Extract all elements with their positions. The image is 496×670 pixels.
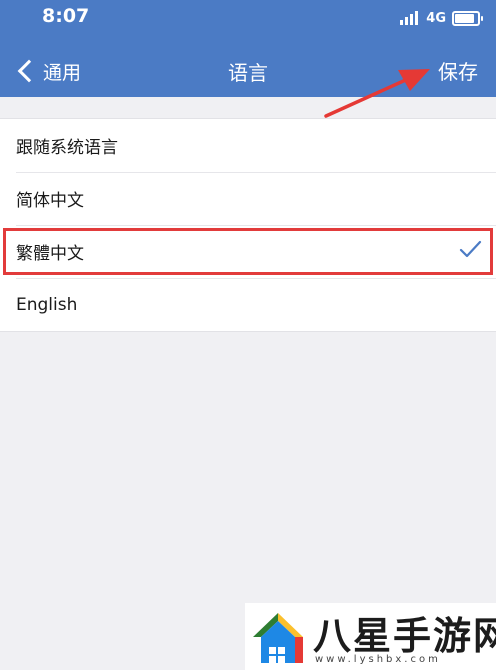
save-button[interactable]: 保存 (438, 56, 478, 85)
status-time: 8:07 (42, 5, 90, 27)
language-option-traditional-chinese[interactable]: 繁體中文 (0, 225, 496, 278)
nav-header: 8:07 4G 通用 语言 保存 (0, 0, 496, 97)
status-bar: 8:07 4G (0, 0, 496, 34)
language-option-follow-system[interactable]: 跟随系统语言 (0, 119, 496, 172)
network-type: 4G (426, 10, 446, 26)
page-title: 语言 (228, 61, 268, 85)
battery-icon (452, 10, 483, 26)
watermark: 八星手游网 www.lyshbx.com (245, 603, 496, 670)
language-label: 简体中文 (16, 191, 84, 211)
signal-icon (400, 11, 420, 25)
battery-level (455, 13, 474, 23)
watermark-logo-icon (253, 613, 303, 663)
status-icons: 4G (400, 9, 483, 27)
watermark-brand: 八星手游网 (313, 614, 496, 658)
checkmark-icon (459, 240, 482, 258)
language-option-simplified-chinese[interactable]: 简体中文 (0, 172, 496, 225)
language-list: 跟随系统语言 简体中文 繁體中文 English (0, 118, 496, 332)
language-label: English (16, 294, 78, 315)
language-option-english[interactable]: English (0, 278, 496, 331)
watermark-url: www.lyshbx.com (315, 654, 441, 665)
language-label: 繁體中文 (16, 244, 84, 264)
language-label: 跟随系统语言 (16, 138, 118, 158)
